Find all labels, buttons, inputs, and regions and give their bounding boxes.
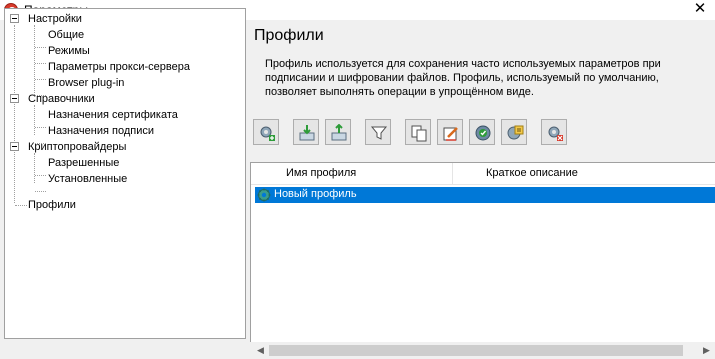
tree-item-crypto-providers[interactable]: Криптопровайдеры xyxy=(28,140,126,154)
page-description: Профиль используется для сохранения част… xyxy=(265,58,661,98)
collapse-toggle-icon[interactable] xyxy=(10,14,19,23)
tree-item-allowed[interactable]: Разрешенные xyxy=(48,156,119,170)
tree-item-browser-plugin[interactable]: Browser plug-in xyxy=(48,76,124,90)
tree-connector xyxy=(35,127,46,128)
export-button[interactable] xyxy=(325,119,351,145)
add-profile-icon xyxy=(260,126,275,141)
table-row[interactable]: Новый профиль xyxy=(255,187,715,203)
edit-icon xyxy=(443,127,458,141)
filter-icon xyxy=(370,126,388,140)
copy-button[interactable] xyxy=(405,119,431,145)
collapse-toggle-icon[interactable] xyxy=(10,94,19,103)
settings-tree[interactable]: Настройки Общие Режимы Параметры прокси-… xyxy=(4,8,246,339)
edit-button[interactable] xyxy=(437,119,463,145)
tree-connector xyxy=(35,47,46,48)
tree-item-settings[interactable]: Настройки xyxy=(28,12,82,26)
scroll-right-arrow-icon[interactable]: ▶ xyxy=(698,342,715,359)
set-default-button[interactable] xyxy=(469,119,495,145)
properties-icon xyxy=(507,125,524,140)
tree-connector xyxy=(35,79,46,80)
tree-item-profiles[interactable]: Профили xyxy=(28,198,76,212)
page-title: Профили xyxy=(254,27,324,44)
horizontal-scrollbar[interactable]: ◀ ▶ xyxy=(250,342,715,359)
profile-gear-icon xyxy=(257,188,271,202)
tree-connector xyxy=(35,191,46,192)
tree-item-installed[interactable]: Установленные xyxy=(48,172,127,186)
profile-name: Новый профиль xyxy=(274,188,357,200)
copy-icon xyxy=(411,125,427,142)
add-profile-button[interactable] xyxy=(253,119,279,145)
tree-connector xyxy=(34,153,35,183)
tree-connector xyxy=(35,63,46,64)
profiles-list[interactable]: Имя профиля Краткое описание Новый профи… xyxy=(250,162,715,359)
tree-item-cert-purposes[interactable]: Назначения сертификата xyxy=(48,108,178,122)
column-header-name[interactable]: Имя профиля xyxy=(286,167,356,179)
properties-button[interactable] xyxy=(501,119,527,145)
import-icon xyxy=(299,125,315,141)
tree-connector xyxy=(14,25,15,203)
tree-connector xyxy=(15,205,27,206)
delete-profile-button[interactable] xyxy=(541,119,567,145)
tree-connector xyxy=(34,25,35,95)
tree-item-directories[interactable]: Справочники xyxy=(28,92,95,106)
collapse-toggle-icon[interactable] xyxy=(10,142,19,151)
export-icon xyxy=(331,124,347,141)
filter-button[interactable] xyxy=(365,119,391,145)
column-header-description[interactable]: Краткое описание xyxy=(486,167,578,179)
scrollbar-thumb[interactable] xyxy=(269,345,683,356)
tree-item-modes[interactable]: Режимы xyxy=(48,44,90,58)
import-button[interactable] xyxy=(293,119,319,145)
tree-connector xyxy=(35,175,46,176)
tree-item-sign-purposes[interactable]: Назначения подписи xyxy=(48,124,154,138)
close-button[interactable]: ✕ xyxy=(685,0,715,20)
set-default-icon xyxy=(475,125,491,141)
scroll-left-arrow-icon[interactable]: ◀ xyxy=(252,342,269,359)
list-header: Имя профиля Краткое описание xyxy=(251,163,715,185)
tree-item-proxy[interactable]: Параметры прокси-сервера xyxy=(48,60,190,74)
column-divider[interactable] xyxy=(452,163,453,185)
tree-item-general[interactable]: Общие xyxy=(48,28,84,42)
delete-profile-icon xyxy=(548,126,563,141)
tree-connector xyxy=(34,105,35,135)
